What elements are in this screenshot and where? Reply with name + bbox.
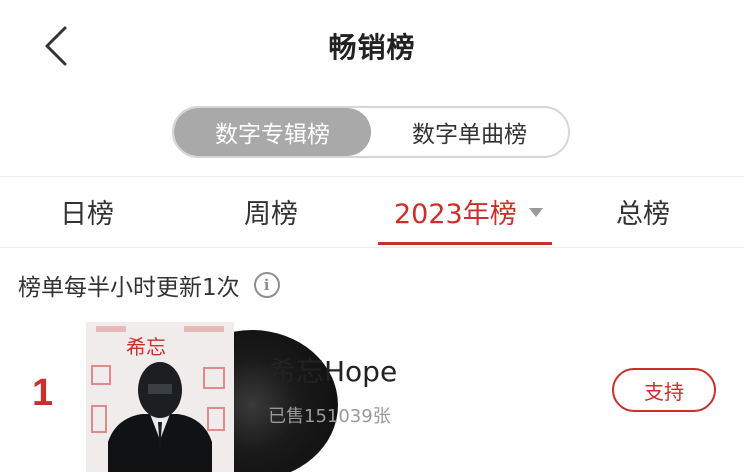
- chart-type-segmented-control: 数字专辑榜 数字单曲榜: [172, 106, 570, 158]
- period-tabs: 日榜 周榜 2023年榜 总榜: [0, 178, 744, 246]
- album-cover[interactable]: 希忘: [86, 322, 338, 472]
- album-title[interactable]: 希忘Hope: [268, 350, 397, 390]
- update-notice-text: 榜单每半小时更新1次: [18, 275, 240, 301]
- album-sales: 已售151039张: [268, 406, 391, 427]
- tab-2023-yearly[interactable]: 2023年榜: [394, 192, 543, 231]
- divider: [0, 176, 744, 177]
- tab-weekly-label: 周榜: [244, 199, 298, 230]
- tab-weekly[interactable]: 周榜: [244, 192, 298, 231]
- tab-all-time-label: 总榜: [616, 199, 670, 230]
- update-notice: 榜单每半小时更新1次 i: [18, 268, 280, 302]
- bestseller-page: 畅销榜 数字专辑榜 数字单曲榜 日榜 周榜 2023年榜 总榜 榜单每半小时更新…: [0, 0, 744, 472]
- album-cover-text: 希忘: [126, 335, 166, 359]
- active-tab-indicator: [378, 242, 552, 245]
- caret-down-icon: [528, 208, 543, 217]
- tab-daily-label: 日榜: [60, 199, 114, 230]
- tab-all-time[interactable]: 总榜: [616, 192, 670, 231]
- segment-digital-album-chart[interactable]: 数字专辑榜: [174, 108, 371, 156]
- divider: [0, 247, 744, 248]
- page-title: 畅销榜: [328, 31, 416, 64]
- tab-2023-yearly-label: 2023年榜: [394, 199, 517, 230]
- rank-number: 1: [32, 372, 54, 414]
- info-icon[interactable]: i: [253, 272, 280, 298]
- list-item[interactable]: 1 希忘 希忘Hope 已售151039张 支持: [0, 320, 744, 472]
- segment-digital-single-chart[interactable]: 数字单曲榜: [371, 108, 568, 156]
- album-cover-art: 希忘: [86, 322, 234, 472]
- album-cover-image: 希忘: [86, 322, 234, 472]
- tab-daily[interactable]: 日榜: [60, 192, 114, 231]
- header: 畅销榜: [0, 0, 744, 92]
- support-button[interactable]: 支持: [612, 368, 716, 412]
